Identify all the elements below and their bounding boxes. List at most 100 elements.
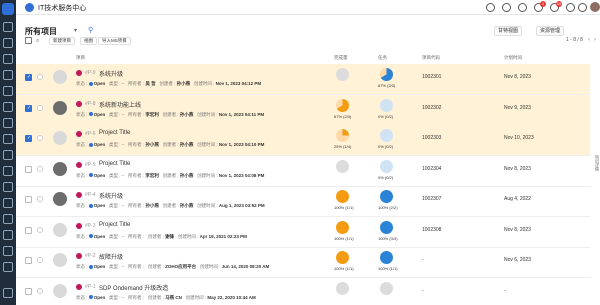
col-header-tasks[interactable]: 任务 — [378, 55, 387, 61]
table-row[interactable]: #P-8系统新功能上线状态 : Open 类型 : – 所有者 : 李宏利 创建… — [16, 94, 590, 126]
project-title[interactable]: Project Title — [99, 161, 130, 167]
nav-purchase-icon[interactable] — [3, 150, 13, 160]
nav-releases-icon[interactable] — [3, 86, 13, 96]
table-row[interactable]: #P-1 SDP Ondemand 升级改造 状态 : Open 类型 : – 所有… — [16, 278, 590, 305]
row-radio[interactable] — [37, 104, 43, 111]
col-header-date[interactable]: 计划时间 — [504, 55, 522, 61]
project-id[interactable]: #P-2 — [85, 253, 96, 259]
table-row[interactable]: #P-4 系统升级 状态 : Open 类型 : – 所有者 : 孙小燕 创建者 :… — [16, 186, 590, 217]
next-page-icon[interactable]: › — [594, 37, 596, 43]
project-id[interactable]: #P-4 — [85, 192, 96, 198]
table-row[interactable]: #P-3 Project Title 状态 : Open 类型 : – 所有者 : … — [16, 217, 590, 248]
top-bar: IT技术服务中心 1 10 — [16, 0, 600, 15]
project-id[interactable]: #P-8 — [85, 101, 96, 107]
created-label: 创建时间 — [197, 142, 216, 147]
chevron-down-icon[interactable]: ▾ — [74, 27, 77, 34]
col-header-progress[interactable]: 完成量 — [334, 55, 348, 61]
table-row[interactable]: #P-5 Project Title 状态 : Open 类型 : – 所有者 : … — [16, 156, 590, 187]
nav-solutions-icon[interactable] — [3, 182, 13, 192]
nav-problems-icon[interactable] — [3, 54, 13, 64]
created-time: Nov 1, 2023 04:11 PM — [218, 111, 265, 117]
row-radio[interactable] — [37, 165, 43, 172]
planned-date: - — [504, 287, 506, 294]
col-header-item[interactable]: 项目 — [76, 55, 85, 61]
row-checkbox[interactable] — [25, 226, 32, 234]
project-id[interactable]: #P-3 — [85, 223, 96, 229]
avatar — [53, 161, 67, 176]
project-title[interactable]: Project Title — [99, 130, 130, 136]
project-id[interactable]: #P-9 — [85, 70, 96, 76]
row-checkbox[interactable] — [25, 196, 32, 203]
resource-management-button[interactable]: 资源管理 — [536, 26, 565, 36]
import-ms-project-button[interactable]: 导入MS项目 — [98, 37, 131, 45]
nav-contracts-icon[interactable] — [3, 166, 13, 176]
nav-reports-icon[interactable] — [3, 198, 13, 208]
prev-page-icon[interactable]: ‹ — [588, 37, 590, 43]
row-radio[interactable] — [37, 135, 43, 141]
row-checkbox[interactable] — [25, 74, 32, 81]
nav-community-icon[interactable] — [3, 230, 13, 240]
tasks-label: 100% (1/1) — [378, 266, 398, 271]
page-title[interactable]: 所有项目 — [25, 26, 57, 37]
nav-maintenance-icon[interactable] — [3, 214, 13, 224]
new-project-button[interactable]: 新建项目 — [49, 37, 75, 45]
owner-name: 李宏利 — [145, 111, 159, 117]
created-time: Aug 1, 2023 03:52 PM — [218, 203, 265, 208]
list-view-icon[interactable] — [25, 37, 32, 44]
nav-admin-icon[interactable] — [3, 246, 13, 256]
nav-assets-icon[interactable] — [3, 118, 13, 128]
project-id[interactable]: #P-1 — [85, 284, 96, 290]
row-radio[interactable] — [37, 287, 43, 294]
tasks-label: 67% (2/3) — [378, 83, 396, 88]
send-icon[interactable] — [486, 3, 495, 12]
search-icon[interactable]: ⌕ — [36, 38, 39, 45]
home-icon[interactable] — [2, 3, 14, 15]
dashboard-view-button[interactable]: 甘特视图 — [494, 26, 523, 36]
row-checkbox[interactable] — [25, 135, 32, 142]
view-button[interactable]: 视图 — [80, 37, 97, 45]
table-row[interactable]: #P-9系统升级状态 : Open 类型 : – 所有者 : 吴 哲 创建者 :… — [16, 64, 590, 95]
project-title[interactable]: 系统升级 — [99, 69, 123, 78]
created-label: 创建时间 — [177, 233, 196, 239]
owner-label: 所有者 — [128, 203, 142, 208]
filter-icon[interactable]: ⚲ — [88, 26, 93, 34]
search-icon[interactable] — [502, 3, 511, 12]
project-title[interactable]: 系统升级 — [99, 191, 123, 200]
table-row[interactable]: #P-2 故障升级 状态 : Open 类型 : – 所有者 : 创建者 : ZOH… — [16, 247, 590, 278]
nav-cmdb-icon[interactable] — [3, 134, 13, 144]
tasks-gauge — [380, 68, 393, 81]
nav-dashboard-icon[interactable] — [3, 22, 13, 32]
row-checkbox[interactable] — [25, 257, 32, 264]
nav-requests-icon[interactable] — [3, 38, 13, 48]
gear-icon[interactable] — [578, 3, 587, 12]
row-checkbox[interactable] — [25, 104, 32, 112]
row-radio[interactable] — [37, 226, 43, 233]
row-radio[interactable] — [37, 196, 43, 202]
project-title[interactable]: 系统新功能上线 — [99, 100, 141, 109]
row-radio[interactable] — [37, 74, 43, 80]
status-text: Open — [93, 111, 106, 117]
user-avatar[interactable] — [590, 2, 600, 12]
project-title[interactable]: Project Title — [99, 222, 130, 228]
nav-apps-icon[interactable] — [3, 262, 13, 272]
table-row[interactable]: #P-6Project Title 状态 : Open 类型 : – 所有者 : … — [16, 125, 590, 156]
nav-projects-icon[interactable] — [3, 102, 13, 112]
lightning-icon[interactable] — [518, 3, 527, 12]
project-title[interactable]: 故障升级 — [99, 252, 123, 261]
tasks-label: 0% (0/2) — [378, 113, 394, 119]
col-header-code[interactable]: 项目代码 — [422, 55, 440, 61]
status-text: Open — [93, 294, 106, 300]
project-meta: 状态 : Open 类型 : – 所有者 : 李宏利 创建者 : 孙小燕 创建时… — [76, 172, 265, 178]
project-id[interactable]: #P-6 — [85, 131, 96, 137]
details-side-tab[interactable]: 项目详情 — [592, 155, 600, 179]
nav-changes-icon[interactable] — [3, 70, 13, 80]
project-id[interactable]: #P-5 — [85, 162, 96, 168]
row-radio[interactable] — [37, 257, 43, 263]
row-checkbox[interactable] — [25, 287, 32, 295]
owner-name: 孙小燕 — [145, 142, 159, 147]
creator-name: 谢锋 — [165, 233, 175, 239]
project-title[interactable]: SDP Ondemand 升级改造 — [99, 283, 168, 292]
apps-grid-icon[interactable] — [566, 3, 575, 12]
row-checkbox[interactable] — [25, 165, 32, 173]
nav-expand-icon[interactable] — [3, 288, 13, 298]
